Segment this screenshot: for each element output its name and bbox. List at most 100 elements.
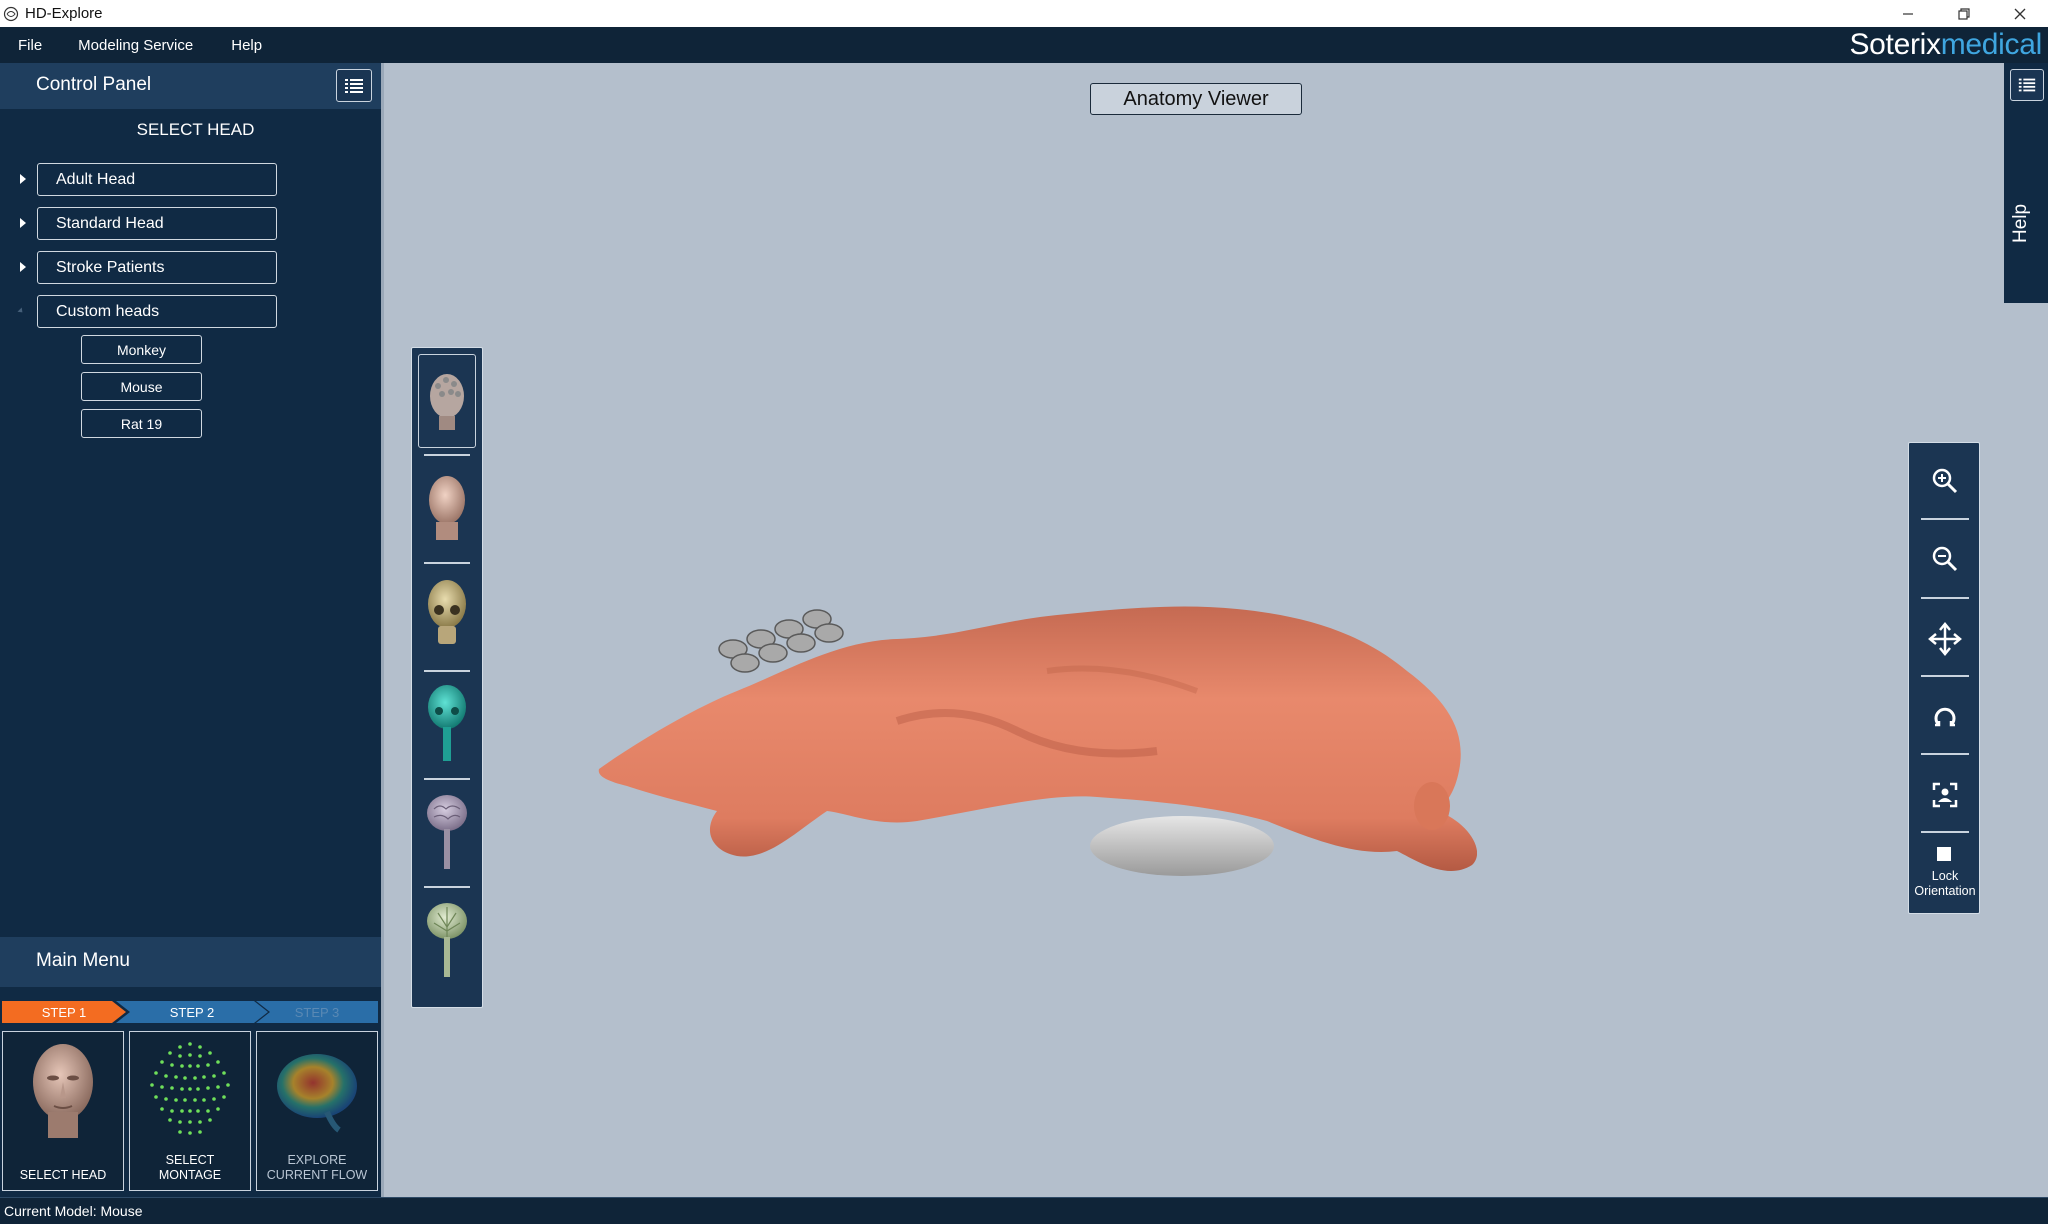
- select-montage-tile[interactable]: SELECT MONTAGE: [129, 1031, 251, 1191]
- title-bar: HD-Explore: [0, 0, 2048, 27]
- menu-bar: File Modeling Service Help: [0, 27, 2048, 63]
- menu-help[interactable]: Help: [231, 37, 262, 54]
- custom-head-monkey-button[interactable]: Monkey: [81, 335, 202, 364]
- app-brain-icon: [2, 5, 20, 23]
- head-mesh-icon: [430, 374, 464, 430]
- montage-dots-icon: [140, 1038, 240, 1142]
- skin-head-icon: [429, 476, 465, 540]
- standard-head-button[interactable]: Standard Head: [37, 207, 277, 240]
- step-1-indicator[interactable]: STEP 1: [2, 1001, 126, 1023]
- tool-separator: [1921, 675, 1969, 677]
- fit-view-icon: [1932, 782, 1958, 808]
- status-bar: Current Model: Mouse: [0, 1197, 2048, 1224]
- csf-layer-button[interactable]: [418, 676, 476, 770]
- select-head-heading: SELECT HEAD: [136, 120, 255, 139]
- main-menu-header: Main Menu: [0, 937, 381, 987]
- menu-file[interactable]: File: [18, 37, 42, 54]
- white-matter-layer-button[interactable]: [418, 892, 476, 986]
- current-model-status: Current Model: Mouse: [4, 1203, 143, 1219]
- rotate-icon: [1934, 707, 1956, 727]
- layer-separator: [424, 670, 470, 672]
- anatomy-viewer-title: Anatomy Viewer: [1090, 83, 1302, 115]
- step-3-indicator[interactable]: STEP 3: [256, 1001, 378, 1023]
- control-panel-title: Control Panel: [36, 74, 152, 95]
- zoom-out-icon: [1932, 546, 1958, 572]
- brand-logo: Soterix medical: [1849, 27, 2042, 63]
- skull-icon: [428, 580, 466, 644]
- restore-button[interactable]: [1936, 0, 1992, 27]
- control-panel-header: Control Panel: [0, 63, 381, 109]
- pan-icon: [1928, 622, 1962, 656]
- tool-separator: [1921, 597, 1969, 599]
- skin-layer-button[interactable]: [418, 460, 476, 554]
- custom-heads-button[interactable]: Custom heads: [37, 295, 277, 328]
- help-tab-label[interactable]: Help: [2010, 183, 2032, 243]
- explore-tile-label-line1: EXPLORE: [287, 1153, 347, 1167]
- 3d-mouse-model[interactable]: [597, 521, 1478, 946]
- custom-head-mouse-button[interactable]: Mouse: [81, 372, 202, 401]
- skull-layer-button[interactable]: [418, 568, 476, 662]
- minimize-button[interactable]: [1880, 0, 1936, 27]
- app-window: HD-Explore File Modeling Service Help So…: [0, 0, 2048, 1224]
- zoom-in-icon: [1932, 468, 1958, 494]
- custom-head-rat-button[interactable]: Rat 19: [81, 409, 202, 438]
- close-button[interactable]: [1992, 0, 2048, 27]
- step-progress: STEP 1 STEP 2 STEP 3: [0, 1001, 381, 1023]
- layer-separator: [424, 454, 470, 456]
- right-panel-menu-button[interactable]: [2010, 69, 2044, 101]
- explore-tile-label-line2: CURRENT FLOW: [266, 1168, 368, 1182]
- csf-icon: [428, 685, 466, 761]
- pan-button[interactable]: [1919, 613, 1971, 665]
- brand-name-part2: medical: [1940, 28, 2043, 61]
- zoom-out-button[interactable]: [1919, 533, 1971, 585]
- list-menu-icon: [345, 78, 363, 93]
- head-group-standard: Standard Head: [0, 207, 381, 241]
- tool-separator: [1921, 753, 1969, 755]
- white-matter-icon: [427, 903, 467, 977]
- select-montage-tile-label-line2: MONTAGE: [158, 1168, 222, 1182]
- rotate-button[interactable]: [1919, 691, 1971, 743]
- expand-arrow-icon[interactable]: [20, 218, 26, 228]
- tool-separator: [1921, 831, 1969, 833]
- brain-layer-button[interactable]: [418, 784, 476, 878]
- lock-orientation-label-line1: Lock: [1931, 869, 1959, 883]
- collapse-arrow-icon[interactable]: [17, 307, 25, 315]
- adult-head-button[interactable]: Adult Head: [37, 163, 277, 196]
- fit-view-button[interactable]: [1919, 769, 1971, 821]
- left-panel: Control Panel SELECT HEAD Adult Head Sta…: [0, 63, 381, 1197]
- view-tools: Lock Orientation: [1908, 442, 1980, 914]
- lock-orientation-checkbox[interactable]: [1937, 847, 1951, 861]
- expand-arrow-icon[interactable]: [20, 262, 26, 272]
- head-mesh-layer-button[interactable]: [418, 354, 476, 448]
- right-panel: Help: [2001, 63, 2048, 1197]
- head-group-adult: Adult Head: [0, 163, 381, 197]
- help-panel-tab[interactable]: Help: [2004, 63, 2048, 303]
- tool-separator: [1921, 518, 1969, 520]
- step-2-indicator[interactable]: STEP 2: [116, 1001, 268, 1023]
- explore-current-flow-tile[interactable]: EXPLORE CURRENT FLOW: [256, 1031, 378, 1191]
- head-thumbnail-icon: [13, 1038, 113, 1142]
- layer-selector: [411, 347, 483, 1008]
- expand-arrow-icon[interactable]: [20, 174, 26, 184]
- layer-separator: [424, 886, 470, 888]
- window-controls: [1880, 0, 2048, 27]
- select-head-tile[interactable]: SELECT HEAD: [2, 1031, 124, 1191]
- control-panel-menu-button[interactable]: [336, 69, 372, 102]
- window-title: HD-Explore: [25, 5, 103, 22]
- lock-orientation-label-line2: Orientation: [1914, 884, 1976, 898]
- head-group-stroke: Stroke Patients: [0, 251, 381, 285]
- select-montage-tile-label-line1: SELECT: [165, 1153, 215, 1167]
- select-head-tile-label: SELECT HEAD: [19, 1168, 107, 1182]
- brain-icon: [427, 795, 467, 869]
- head-group-custom: Custom heads: [0, 295, 381, 329]
- current-flow-brain-icon: [267, 1038, 367, 1142]
- lock-orientation-label: Lock Orientation: [1909, 869, 1981, 899]
- layer-separator: [424, 562, 470, 564]
- list-menu-icon: [2018, 78, 2036, 92]
- menu-modeling-service[interactable]: Modeling Service: [78, 37, 193, 54]
- layer-separator: [424, 778, 470, 780]
- stroke-patients-button[interactable]: Stroke Patients: [37, 251, 277, 284]
- anatomy-viewer[interactable]: Anatomy Viewer Lock Orientation: [381, 63, 2001, 1197]
- zoom-in-button[interactable]: [1919, 455, 1971, 507]
- main-menu-title: Main Menu: [36, 950, 130, 971]
